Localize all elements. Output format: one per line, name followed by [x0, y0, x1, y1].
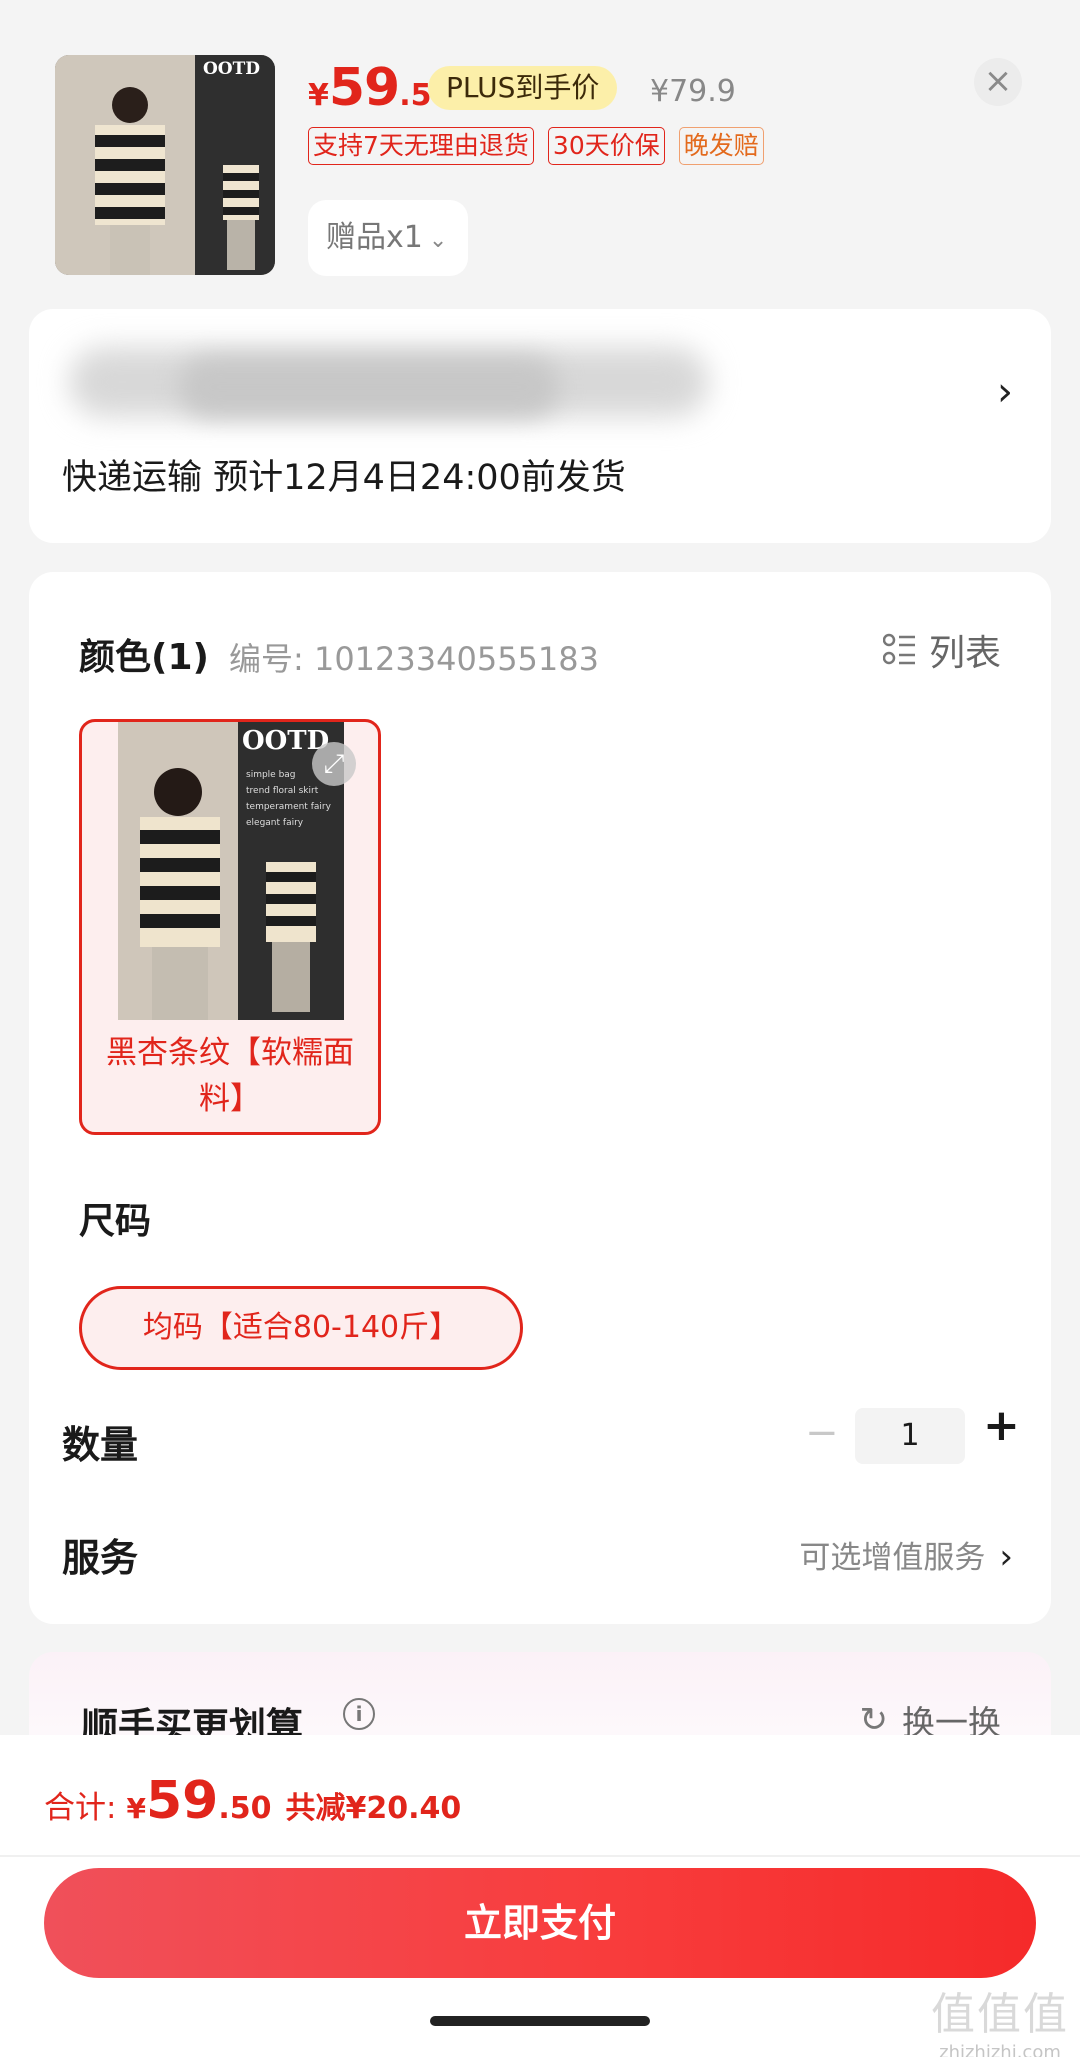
total-label: 合计: [44, 1790, 117, 1826]
chevron-right-icon: › [997, 369, 1013, 415]
service-tags: 支持7天无理由退货 30天价保 晚发赔 [308, 127, 764, 165]
color-option-label: 黑杏条纹【软糯面料】 [106, 1035, 354, 1117]
spec-card: 颜色(1) 编号: 10123340555183 列表 OOTD simple … [29, 572, 1051, 1624]
total-decimal: .50 [218, 1791, 272, 1826]
watermark-domain: zhizhizhi.com [939, 2042, 1061, 2057]
plus-price-badge: PLUS到手价 [428, 66, 618, 110]
tag-return: 支持7天无理由退货 [308, 127, 534, 165]
option-caption-3: temperament fairy [246, 802, 331, 812]
quantity-input[interactable]: 1 [855, 1408, 965, 1464]
sku-number: 编号: 10123340555183 [229, 640, 599, 678]
refresh-icon: ↻ [859, 1700, 889, 1740]
pay-now-button[interactable]: 立即支付 [44, 1868, 1036, 1978]
list-toggle-label: 列表 [928, 633, 1001, 674]
info-icon[interactable]: i [343, 1698, 375, 1730]
total-savings: 共减¥20.40 [285, 1791, 462, 1826]
total-integer: 59 [145, 1771, 219, 1831]
watermark: 值值值 zhizhizhi.com [920, 1978, 1080, 2057]
close-icon: × [983, 61, 1013, 101]
price-currency: ¥ [308, 78, 329, 113]
option-caption-4: elegant fairy [246, 818, 304, 828]
quantity-title: 数量 [62, 1423, 139, 1467]
watermark-glyphs: 值值值 [931, 1989, 1069, 2040]
size-section-title: 尺码 [79, 1201, 152, 1242]
expand-icon[interactable]: ⤢ [312, 742, 356, 786]
total-currency: ¥ [126, 1792, 146, 1825]
product-thumbnail[interactable]: OOTD [55, 55, 275, 275]
quantity-plus-button[interactable]: + [983, 1400, 1020, 1451]
option-caption-2: trend floral skirt [246, 786, 319, 796]
service-value-label: 可选增值服务 [799, 1540, 986, 1576]
address-card[interactable]: › 快递运输 预计12月4日24:00前发货 [29, 309, 1051, 543]
brand-text: OOTD [203, 59, 261, 79]
original-price: ¥79.9 [650, 74, 736, 109]
chevron-right-icon: › [999, 1537, 1013, 1577]
list-view-toggle[interactable]: 列表 [882, 624, 1001, 676]
quantity-minus-button[interactable]: − [805, 1410, 839, 1456]
shipping-estimate: 快递运输 预计12月4日24:00前发货 [62, 458, 626, 498]
color-option-image: OOTD simple bag trend floral skirt tempe… [118, 722, 344, 1020]
gift-dropdown[interactable]: 赠品x1 ⌄ [308, 200, 468, 276]
checkout-bar: 合计: ¥ 59 .50 共减¥20.40 立即支付 [0, 1735, 1080, 2057]
option-caption-1: simple bag [246, 770, 296, 780]
order-total: 合计: ¥ 59 .50 共减¥20.40 [44, 1771, 461, 1831]
chevron-down-icon: ⌄ [428, 228, 448, 253]
color-section-title: 颜色(1) [79, 637, 209, 678]
home-indicator[interactable] [430, 2016, 650, 2026]
close-button[interactable]: × [974, 58, 1022, 106]
service-title: 服务 [62, 1536, 139, 1580]
redacted-address-detail [179, 357, 559, 417]
list-icon [882, 633, 917, 667]
tag-price-protection: 30天价保 [547, 127, 665, 165]
tag-late-delivery: 晚发赔 [678, 127, 764, 165]
price-integer: 59 [328, 58, 400, 118]
divider [0, 1855, 1080, 1857]
current-price: ¥ 59 .5 [308, 58, 432, 118]
color-option-selected[interactable]: OOTD simple bag trend floral skirt tempe… [79, 719, 381, 1135]
value-added-service-link[interactable]: 可选增值服务 › [799, 1532, 1013, 1577]
gift-label: 赠品x1 [326, 220, 423, 255]
price-decimal: .5 [399, 78, 432, 113]
sku-selection-sheet: OOTD ¥ 59 .5 PLUS到手价 ¥79.9 × 支持7天无理由退货 3… [0, 0, 1080, 2057]
size-option-selected[interactable]: 均码【适合80-140斤】 [79, 1286, 523, 1370]
